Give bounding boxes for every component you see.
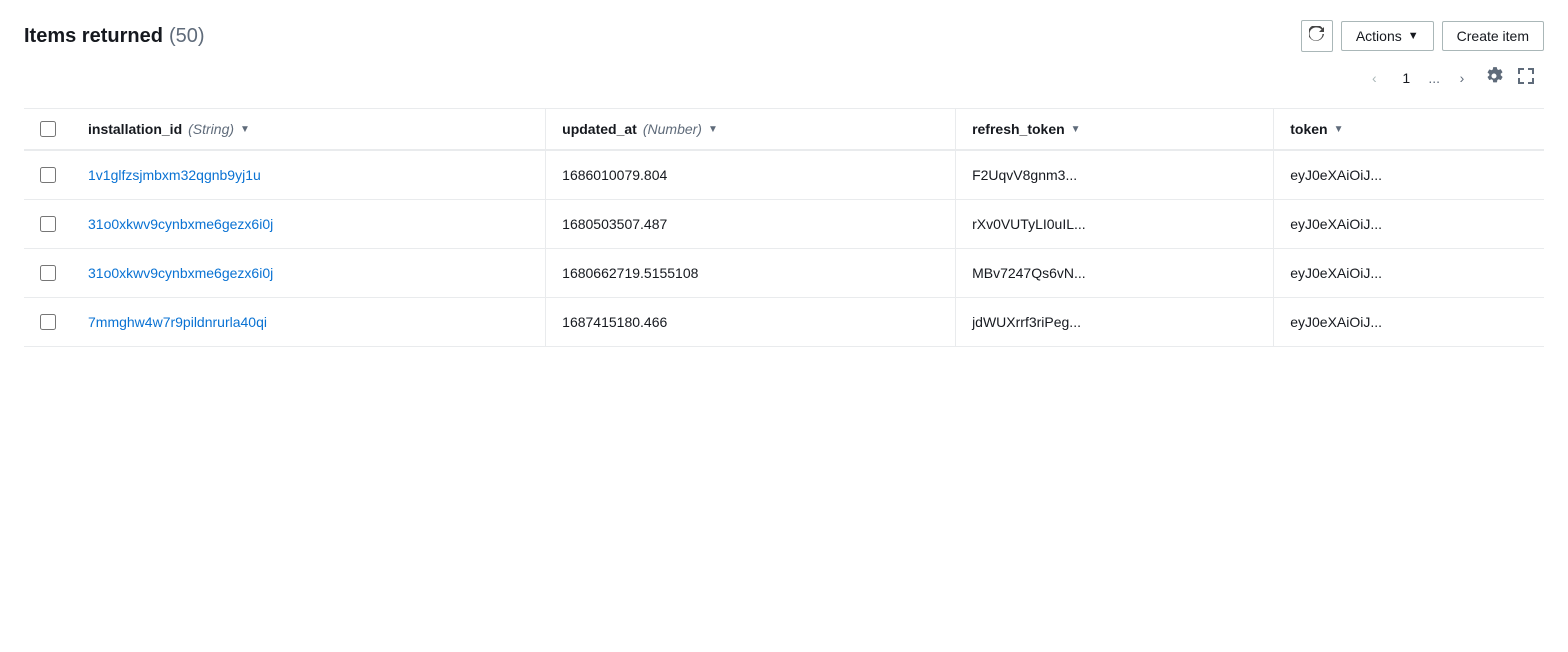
- row-3-token: eyJ0eXAiOiJ...: [1274, 298, 1544, 347]
- actions-label: Actions: [1356, 28, 1402, 44]
- prev-page-button[interactable]: ‹: [1360, 64, 1388, 92]
- expand-icon: [1517, 67, 1535, 90]
- row-0-installation-id-link[interactable]: 1v1glfzsjmbxm32qgnb9yj1u: [88, 167, 261, 183]
- col-label-installation-id: installation_id: [88, 121, 182, 137]
- row-1-installation-id[interactable]: 31o0xkwv9cynbxme6gezx6i0j: [72, 200, 545, 249]
- header-row: Items returned (50) Actions ▼ Create ite…: [24, 20, 1544, 52]
- table-count: (50): [169, 25, 205, 48]
- select-all-header: [24, 109, 72, 150]
- table-row: 1v1glfzsjmbxm32qgnb9yj1u 1686010079.804F2…: [24, 150, 1544, 200]
- col-label-token: token: [1290, 121, 1327, 137]
- table-title: Items returned: [24, 25, 163, 48]
- table-row: 7mmghw4w7r9pildnrurla40qi 1687415180.466j…: [24, 298, 1544, 347]
- col-header-refresh-token[interactable]: refresh_token ▼: [956, 109, 1273, 150]
- page-1-button[interactable]: 1: [1392, 64, 1420, 92]
- row-0-token: eyJ0eXAiOiJ...: [1274, 150, 1544, 200]
- row-2-refresh-token: MBv7247Qs6vN...: [956, 249, 1273, 298]
- row-1-checkbox[interactable]: [40, 216, 56, 232]
- table-header-row: installation_id (String) ▼ updated_at (N…: [24, 109, 1544, 150]
- refresh-icon: [1309, 26, 1325, 47]
- col-type-updated-at: (Number): [643, 121, 702, 137]
- row-0-installation-id[interactable]: 1v1glfzsjmbxm32qgnb9yj1u: [72, 150, 545, 200]
- sort-icon-updated-at[interactable]: ▼: [708, 124, 718, 135]
- row-2-updated-at: 1680662719.5155108: [546, 249, 955, 298]
- header-actions: Actions ▼ Create item: [1301, 20, 1544, 52]
- row-3-checkbox-cell: [24, 298, 72, 347]
- row-0-checkbox[interactable]: [40, 167, 56, 183]
- settings-icon: [1485, 67, 1503, 90]
- prev-page-icon: ‹: [1372, 70, 1377, 86]
- next-page-icon: ›: [1460, 70, 1465, 86]
- title-section: Items returned (50): [24, 25, 205, 48]
- table-body: 1v1glfzsjmbxm32qgnb9yj1u 1686010079.804F2…: [24, 150, 1544, 347]
- sort-icon-token[interactable]: ▼: [1334, 124, 1344, 135]
- create-item-label: Create item: [1457, 28, 1529, 44]
- row-1-checkbox-cell: [24, 200, 72, 249]
- row-2-checkbox[interactable]: [40, 265, 56, 281]
- col-label-updated-at: updated_at: [562, 121, 637, 137]
- row-0-checkbox-cell: [24, 150, 72, 200]
- main-container: Items returned (50) Actions ▼ Create ite…: [0, 0, 1568, 652]
- row-1-refresh-token: rXv0VUTyLI0uIL...: [956, 200, 1273, 249]
- row-3-refresh-token: jdWUXrrf3riPeg...: [956, 298, 1273, 347]
- row-3-updated-at: 1687415180.466: [546, 298, 955, 347]
- row-2-token: eyJ0eXAiOiJ...: [1274, 249, 1544, 298]
- create-item-button[interactable]: Create item: [1442, 21, 1544, 51]
- row-2-checkbox-cell: [24, 249, 72, 298]
- row-1-updated-at: 1680503507.487: [546, 200, 955, 249]
- col-label-refresh-token: refresh_token: [972, 121, 1065, 137]
- expand-button[interactable]: [1512, 64, 1540, 92]
- row-1-installation-id-link[interactable]: 31o0xkwv9cynbxme6gezx6i0j: [88, 216, 273, 232]
- row-1-token: eyJ0eXAiOiJ...: [1274, 200, 1544, 249]
- row-2-installation-id-link[interactable]: 31o0xkwv9cynbxme6gezx6i0j: [88, 265, 273, 281]
- refresh-button[interactable]: [1301, 20, 1333, 52]
- table-row: 31o0xkwv9cynbxme6gezx6i0j 1680662719.5155…: [24, 249, 1544, 298]
- sort-icon-installation-id[interactable]: ▼: [240, 124, 250, 135]
- row-0-refresh-token: F2UqvV8gnm3...: [956, 150, 1273, 200]
- col-header-installation-id[interactable]: installation_id (String) ▼: [72, 109, 545, 150]
- table-row: 31o0xkwv9cynbxme6gezx6i0j 1680503507.487r…: [24, 200, 1544, 249]
- row-0-updated-at: 1686010079.804: [546, 150, 955, 200]
- row-3-installation-id-link[interactable]: 7mmghw4w7r9pildnrurla40qi: [88, 314, 267, 330]
- sort-icon-refresh-token[interactable]: ▼: [1071, 124, 1081, 135]
- row-3-installation-id[interactable]: 7mmghw4w7r9pildnrurla40qi: [72, 298, 545, 347]
- table-wrapper: installation_id (String) ▼ updated_at (N…: [24, 108, 1544, 347]
- actions-button[interactable]: Actions ▼: [1341, 21, 1434, 51]
- select-all-checkbox[interactable]: [40, 121, 56, 137]
- col-header-token[interactable]: token ▼: [1274, 109, 1544, 150]
- items-table: installation_id (String) ▼ updated_at (N…: [24, 109, 1544, 347]
- page-1-label: 1: [1402, 70, 1410, 86]
- row-3-checkbox[interactable]: [40, 314, 56, 330]
- pagination-row: ‹ 1 ... ›: [24, 64, 1544, 92]
- page-ellipsis: ...: [1424, 70, 1444, 86]
- row-2-installation-id[interactable]: 31o0xkwv9cynbxme6gezx6i0j: [72, 249, 545, 298]
- col-type-installation-id: (String): [188, 121, 234, 137]
- actions-chevron-icon: ▼: [1408, 30, 1419, 42]
- col-header-updated-at[interactable]: updated_at (Number) ▼: [546, 109, 955, 150]
- column-settings-button[interactable]: [1480, 64, 1508, 92]
- next-page-button[interactable]: ›: [1448, 64, 1476, 92]
